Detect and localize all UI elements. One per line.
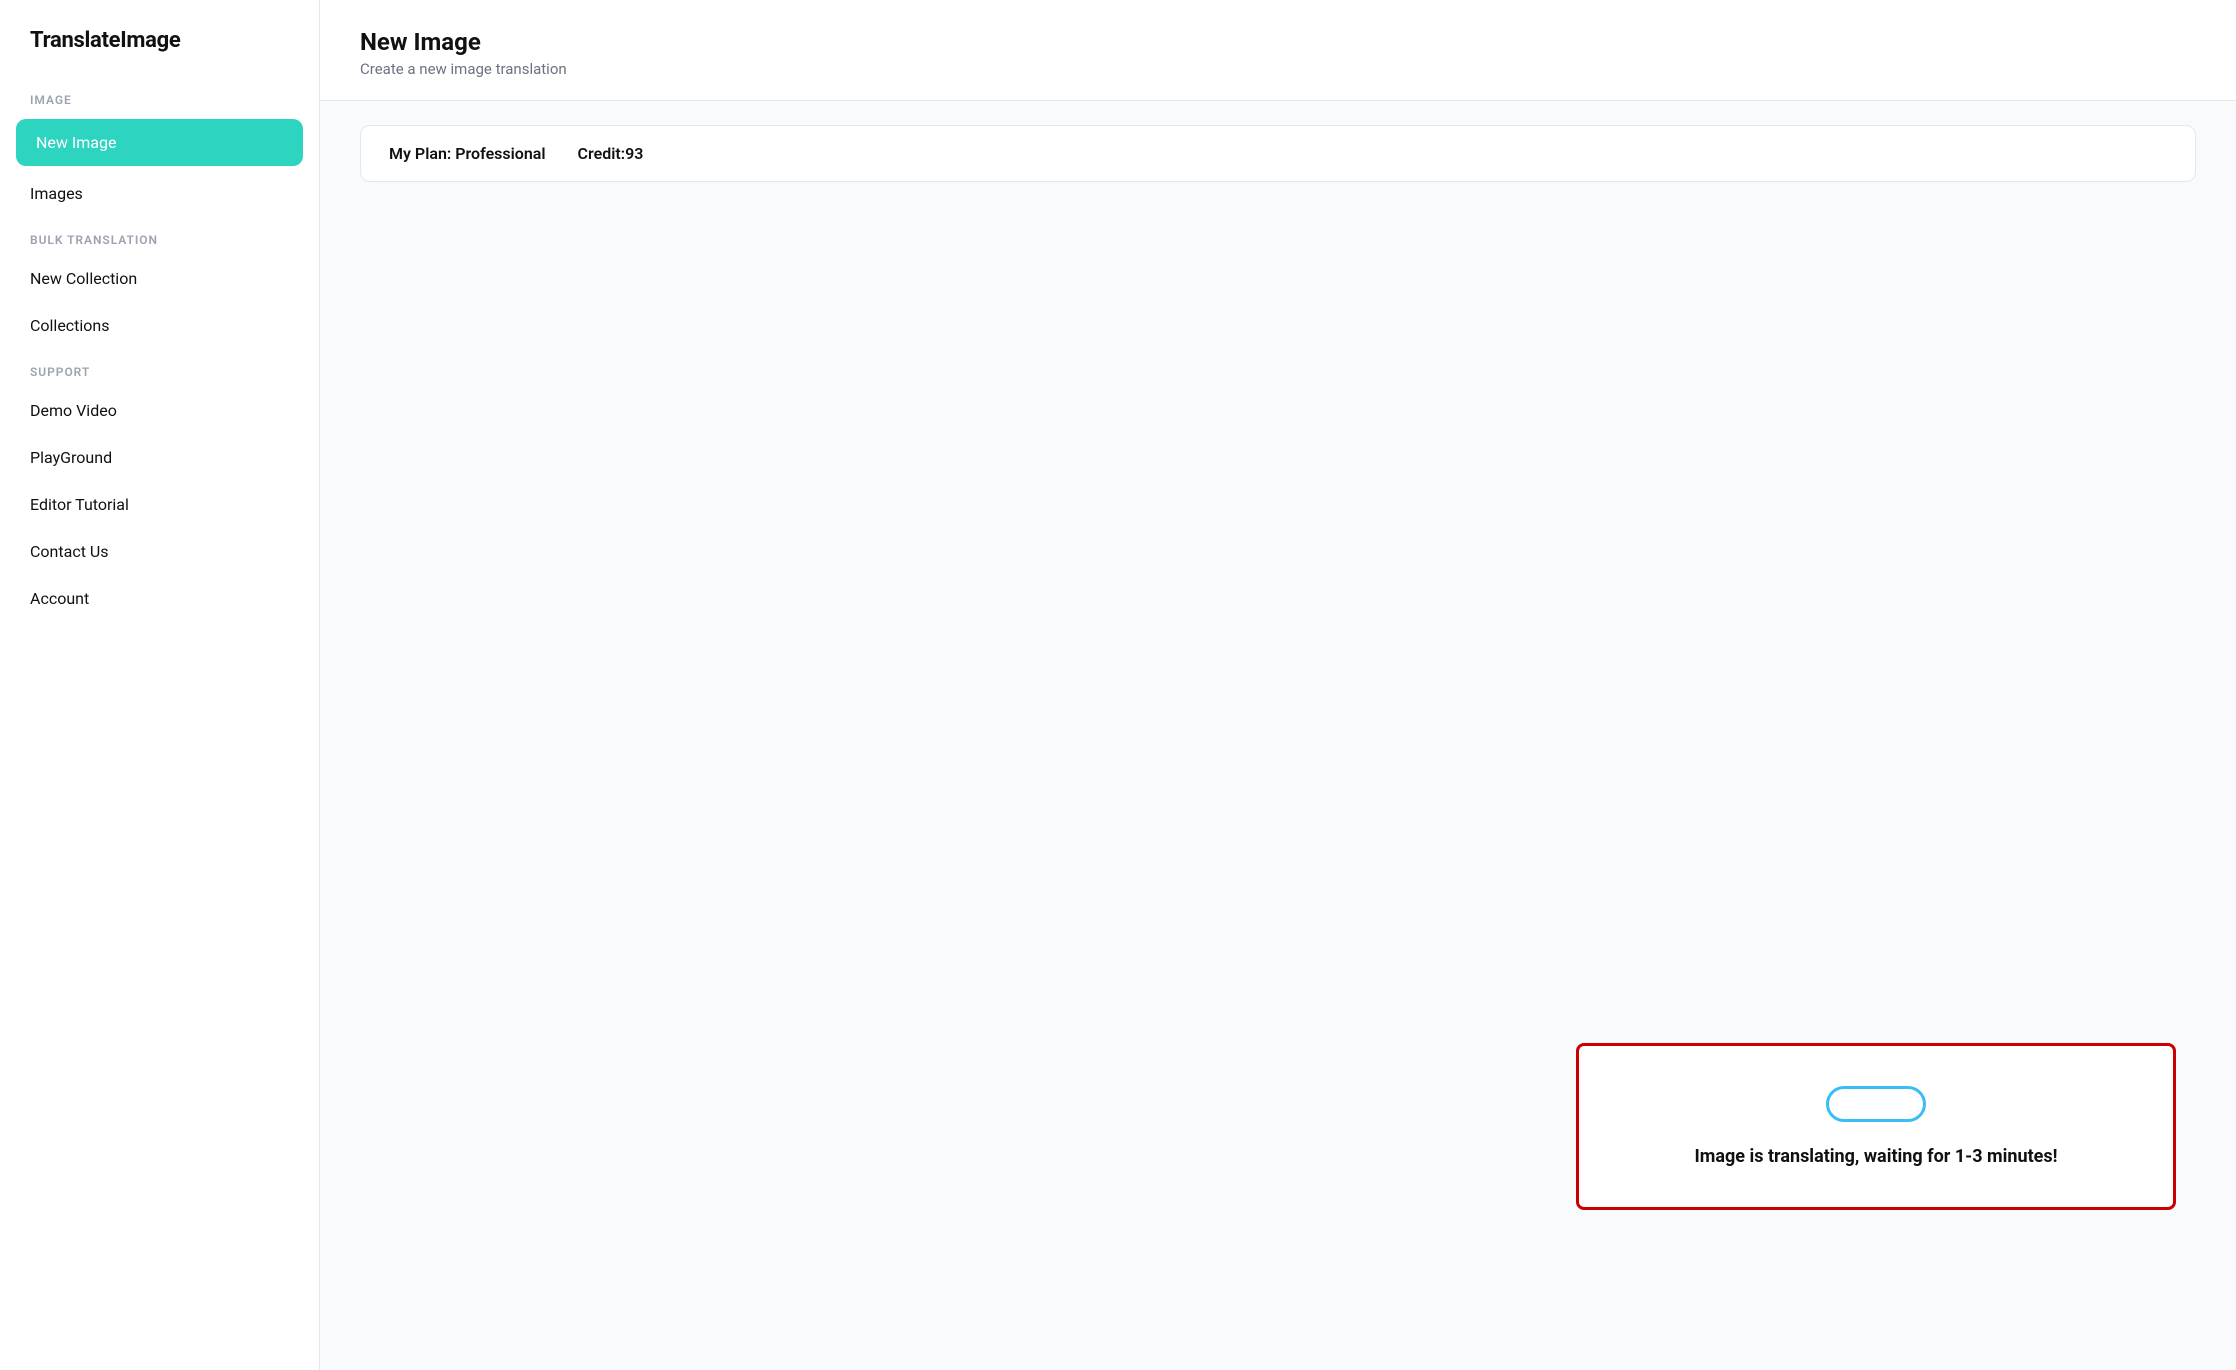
plan-label: My Plan: Professional [389,144,546,163]
sidebar-item-demo-video[interactable]: Demo Video [0,387,319,434]
main-content: New Image Create a new image translation… [320,0,2236,1370]
plan-bar: My Plan: Professional Credit:93 [360,125,2196,182]
page-title: New Image [360,28,2196,56]
sidebar-section-support: SUPPORT [0,349,319,387]
app-logo: TranslateImage [0,0,319,77]
translation-status-box: Image is translating, waiting for 1-3 mi… [1576,1043,2176,1210]
sidebar-item-new-image[interactable]: New Image [16,119,303,166]
sidebar-section-bulk: BULK TRANSLATION [0,217,319,255]
page-header: New Image Create a new image translation [320,0,2236,101]
sidebar-item-editor-tutorial[interactable]: Editor Tutorial [0,481,319,528]
sidebar-item-images[interactable]: Images [0,170,319,217]
page-subtitle: Create a new image translation [360,60,2196,78]
sidebar-item-playground[interactable]: PlayGround [0,434,319,481]
main-body: Image is translating, waiting for 1-3 mi… [320,182,2236,1370]
loading-spinner [1826,1086,1926,1122]
translation-status-message: Image is translating, waiting for 1-3 mi… [1695,1146,2058,1167]
sidebar-item-collections[interactable]: Collections [0,302,319,349]
sidebar-section-image: IMAGE [0,77,319,115]
credit-label: Credit:93 [578,144,644,163]
sidebar-item-account[interactable]: Account [0,575,319,622]
sidebar: TranslateImage IMAGE New Image Images BU… [0,0,320,1370]
sidebar-item-new-collection[interactable]: New Collection [0,255,319,302]
sidebar-item-contact-us[interactable]: Contact Us [0,528,319,575]
